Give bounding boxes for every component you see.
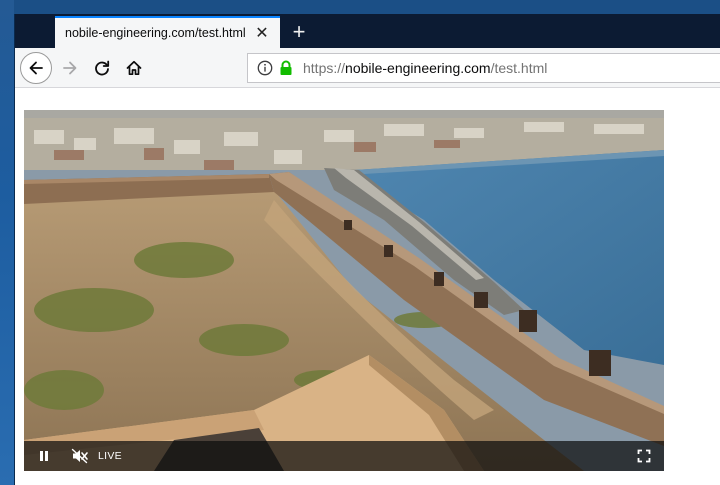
video-controls-bar: LIVE	[24, 441, 664, 471]
live-label: LIVE	[98, 450, 122, 462]
forward-button[interactable]	[55, 53, 85, 83]
home-button[interactable]	[119, 53, 149, 83]
back-button[interactable]	[20, 52, 52, 84]
browser-window: nobile-engineering.com/test.html ✕ + htt…	[14, 14, 720, 485]
forward-arrow-icon	[63, 61, 77, 75]
new-tab-button[interactable]: +	[287, 19, 311, 44]
url-bar[interactable]: https://nobile-engineering.com/test.html	[247, 53, 720, 83]
fullscreen-icon	[637, 449, 651, 463]
back-arrow-icon	[29, 61, 43, 75]
fullscreen-button[interactable]	[632, 444, 656, 468]
url-protocol: https://	[303, 60, 346, 76]
desktop-background	[0, 0, 14, 485]
video-frame-image	[24, 110, 664, 471]
page-content: LIVE	[15, 89, 720, 485]
reload-button[interactable]	[87, 53, 117, 83]
tab-strip: nobile-engineering.com/test.html ✕ +	[15, 14, 720, 48]
mute-button[interactable]	[68, 444, 92, 468]
navigation-toolbar: https://nobile-engineering.com/test.html	[15, 48, 720, 88]
tab-title: nobile-engineering.com/test.html	[65, 26, 246, 40]
tab-active[interactable]: nobile-engineering.com/test.html ✕	[55, 16, 280, 48]
reload-icon	[95, 60, 110, 76]
url-text[interactable]: https://nobile-engineering.com/test.html	[303, 60, 547, 76]
info-icon[interactable]	[256, 59, 274, 77]
muted-speaker-icon	[71, 448, 88, 464]
pause-icon	[40, 451, 48, 461]
home-icon	[126, 60, 142, 76]
close-tab-icon[interactable]: ✕	[252, 23, 272, 43]
url-host: nobile-engineering.com	[345, 60, 491, 76]
pause-button[interactable]	[32, 444, 56, 468]
video-player[interactable]: LIVE	[24, 110, 664, 471]
url-path: /test.html	[490, 60, 548, 76]
lock-icon[interactable]	[278, 59, 294, 77]
